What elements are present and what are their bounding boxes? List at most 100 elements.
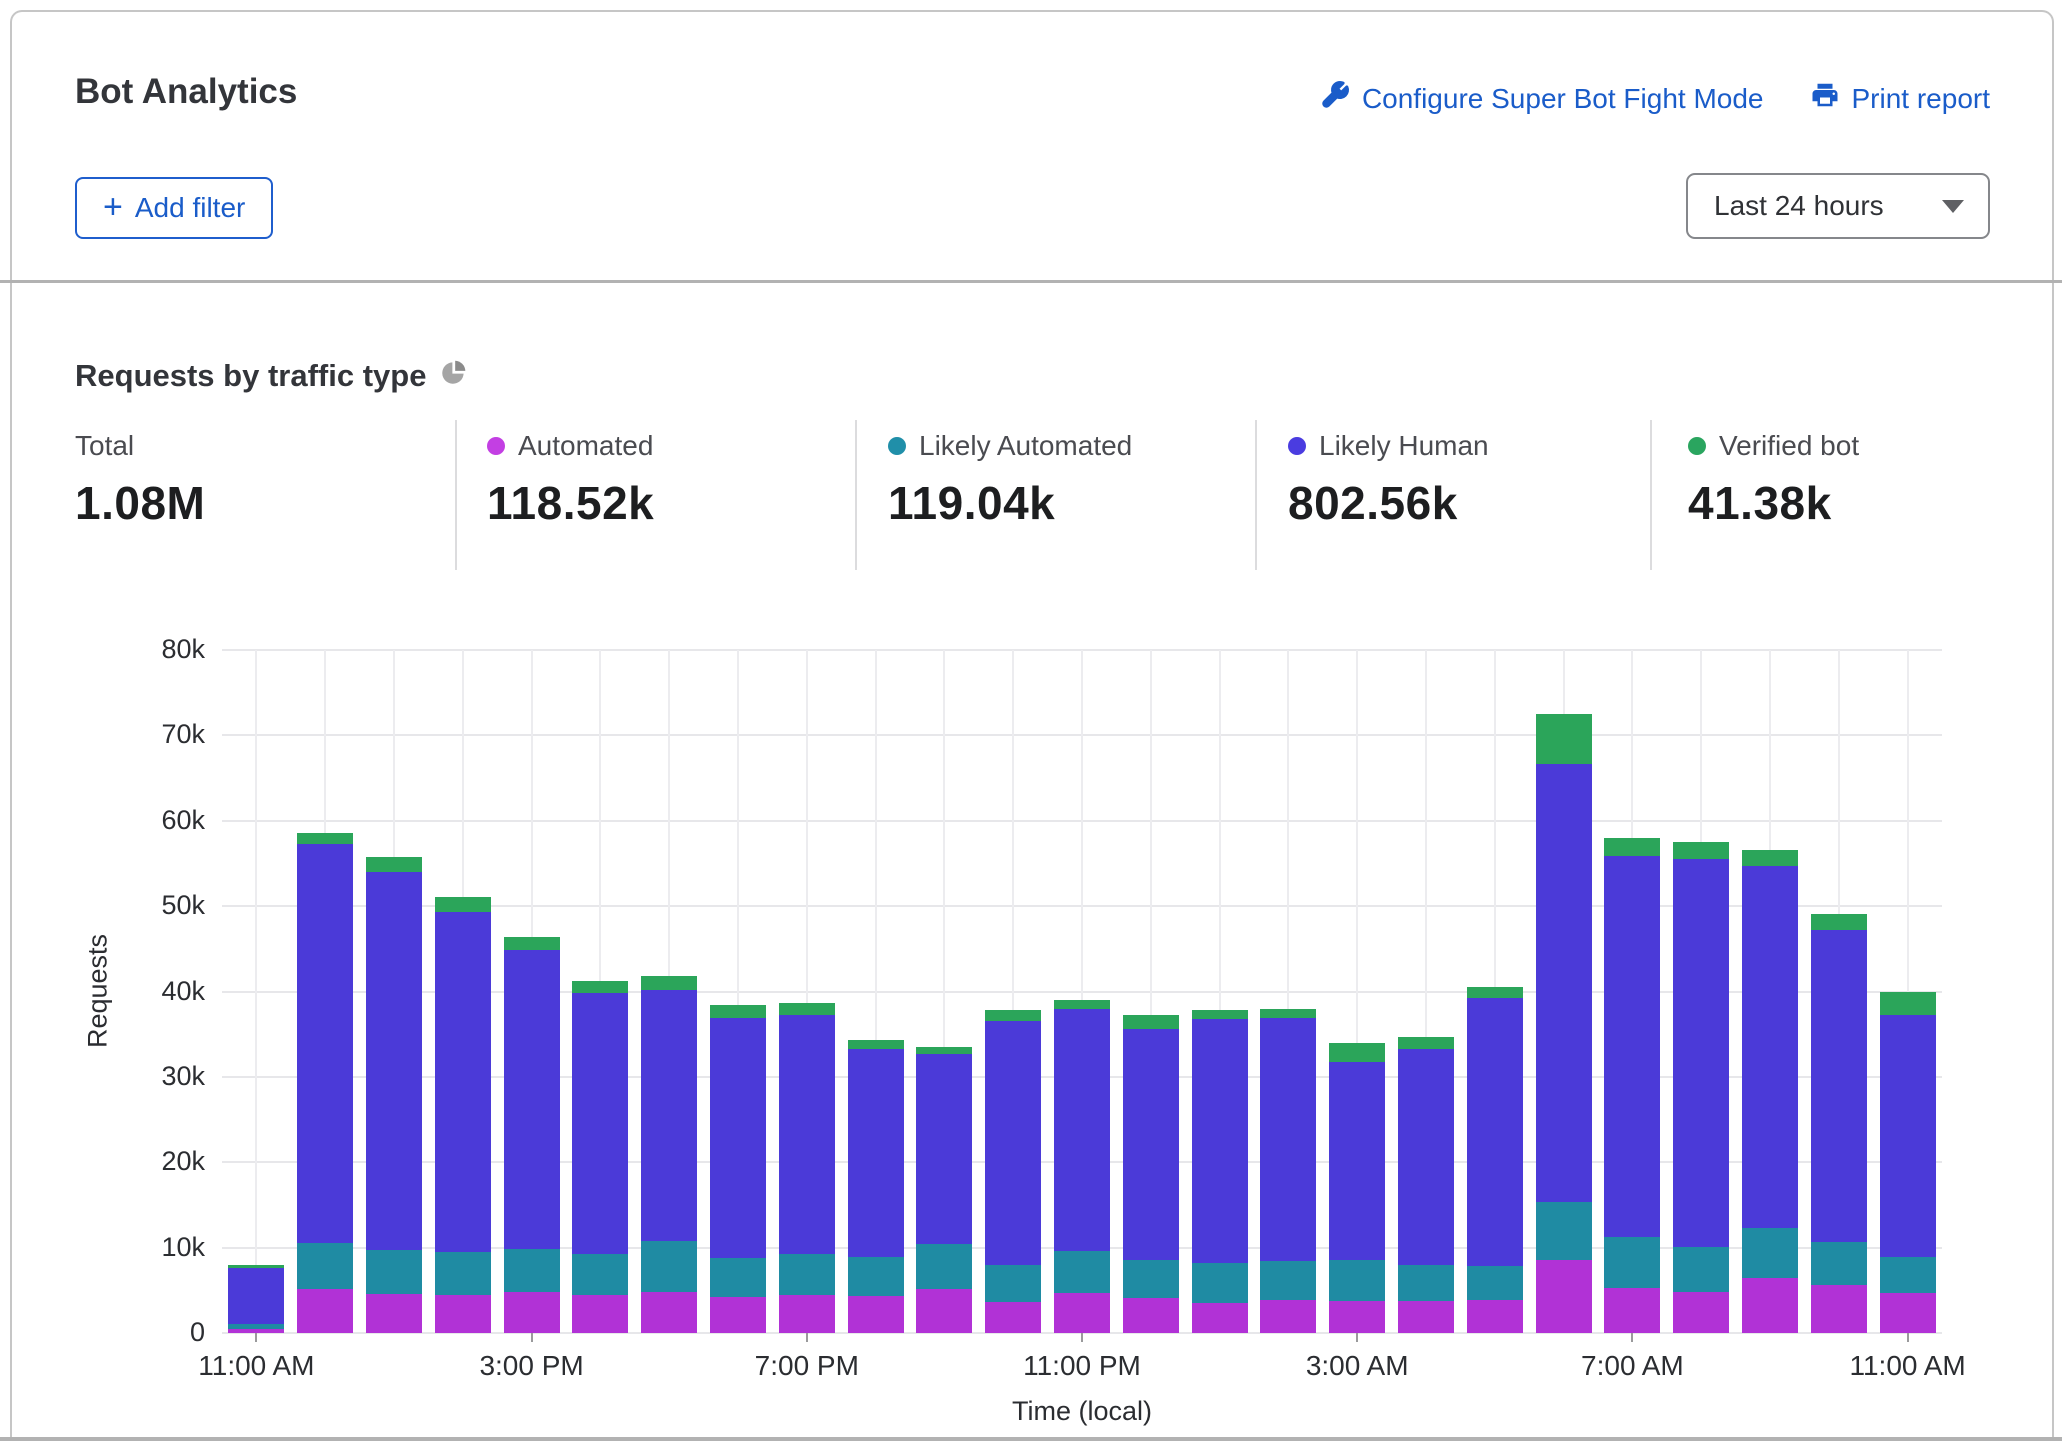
bar-segment-verified-bot bbox=[916, 1047, 972, 1054]
bar-segment-verified-bot bbox=[1054, 1000, 1110, 1009]
bar-segment-likely-human bbox=[1880, 1015, 1936, 1257]
bar-segment-verified-bot bbox=[228, 1265, 284, 1268]
bar-segment-automated bbox=[1536, 1260, 1592, 1333]
y-tick-label: 30k bbox=[125, 1061, 205, 1092]
bar-segment-likely-human bbox=[435, 912, 491, 1252]
bar-segment-likely-human bbox=[297, 844, 353, 1244]
bar-segment-likely-human bbox=[779, 1015, 835, 1255]
bar-segment-likely-automated bbox=[1123, 1260, 1179, 1298]
bar-segment-likely-human bbox=[1673, 859, 1729, 1247]
y-tick-label: 0 bbox=[125, 1317, 205, 1348]
y-tick-label: 80k bbox=[125, 634, 205, 665]
bar-segment-verified-bot bbox=[1192, 1010, 1248, 1019]
bar-segment-likely-automated bbox=[1054, 1251, 1110, 1293]
bar-segment-likely-automated bbox=[1329, 1260, 1385, 1302]
bar-segment-likely-automated bbox=[1398, 1265, 1454, 1302]
bar-segment-automated bbox=[779, 1295, 835, 1333]
y-tick-label: 10k bbox=[125, 1232, 205, 1263]
x-tick-mark bbox=[1356, 1333, 1358, 1342]
x-tick-label: 3:00 AM bbox=[1277, 1350, 1437, 1382]
bar-segment-likely-automated bbox=[641, 1241, 697, 1292]
bar-segment-verified-bot bbox=[848, 1040, 904, 1049]
bar-segment-likely-automated bbox=[916, 1244, 972, 1288]
bar-segment-likely-automated bbox=[435, 1252, 491, 1295]
bar-segment-verified-bot bbox=[985, 1010, 1041, 1020]
bar-segment-likely-automated bbox=[1192, 1263, 1248, 1303]
bar-segment-likely-human bbox=[985, 1021, 1041, 1265]
x-tick-mark bbox=[531, 1333, 533, 1342]
bar-segment-likely-human bbox=[710, 1018, 766, 1258]
bar-segment-likely-human bbox=[572, 993, 628, 1254]
x-tick-label: 11:00 PM bbox=[1002, 1350, 1162, 1382]
bar-segment-likely-human bbox=[1811, 930, 1867, 1242]
bar-segment-verified-bot bbox=[641, 976, 697, 990]
bar-segment-likely-automated bbox=[848, 1257, 904, 1296]
bar-segment-verified-bot bbox=[1123, 1015, 1179, 1029]
x-tick-label: 11:00 AM bbox=[1828, 1350, 1988, 1382]
bar-segment-automated bbox=[1880, 1293, 1936, 1333]
x-tick-label: 3:00 PM bbox=[452, 1350, 612, 1382]
bar-segment-verified-bot bbox=[1811, 914, 1867, 930]
bar-segment-likely-human bbox=[1467, 998, 1523, 1265]
bar-segment-automated bbox=[572, 1295, 628, 1333]
bar-segment-verified-bot bbox=[779, 1003, 835, 1014]
bar-segment-likely-human bbox=[504, 950, 560, 1250]
bar-segment-verified-bot bbox=[710, 1005, 766, 1018]
bar-segment-automated bbox=[1604, 1288, 1660, 1333]
bar-segment-verified-bot bbox=[1329, 1043, 1385, 1062]
bar-segment-likely-automated bbox=[228, 1324, 284, 1329]
bar-segment-likely-human bbox=[1536, 764, 1592, 1202]
bar-segment-verified-bot bbox=[1880, 992, 1936, 1014]
bar-segment-likely-automated bbox=[1467, 1266, 1523, 1300]
bar-segment-likely-automated bbox=[779, 1254, 835, 1295]
bar-segment-likely-human bbox=[916, 1054, 972, 1244]
bar-segment-likely-automated bbox=[1536, 1202, 1592, 1260]
bar-segment-likely-automated bbox=[366, 1250, 422, 1294]
x-tick-mark bbox=[806, 1333, 808, 1342]
bar-segment-likely-automated bbox=[1260, 1261, 1316, 1299]
bar-segment-likely-human bbox=[1192, 1019, 1248, 1263]
x-tick-mark bbox=[1631, 1333, 1633, 1342]
bar-segment-automated bbox=[1811, 1285, 1867, 1333]
bar-segment-automated bbox=[1673, 1292, 1729, 1333]
bar-segment-likely-automated bbox=[1880, 1257, 1936, 1293]
bar-segment-likely-human bbox=[366, 872, 422, 1250]
y-axis-title: Requests bbox=[83, 891, 114, 1091]
bar-segment-automated bbox=[1467, 1300, 1523, 1333]
bar-segment-automated bbox=[366, 1294, 422, 1333]
bar-segment-likely-automated bbox=[1811, 1242, 1867, 1286]
bar-segment-likely-automated bbox=[504, 1249, 560, 1292]
bar-segment-likely-automated bbox=[572, 1254, 628, 1294]
bar-segment-verified-bot bbox=[1398, 1037, 1454, 1049]
x-tick-mark bbox=[255, 1333, 257, 1342]
bar-segment-verified-bot bbox=[572, 981, 628, 993]
x-tick-mark bbox=[1081, 1333, 1083, 1342]
bar-segment-likely-human bbox=[228, 1268, 284, 1323]
bar-segment-automated bbox=[985, 1302, 1041, 1333]
bar-segment-verified-bot bbox=[366, 857, 422, 872]
bar-segment-verified-bot bbox=[1742, 850, 1798, 866]
bar-segment-verified-bot bbox=[1673, 842, 1729, 859]
y-tick-label: 60k bbox=[125, 805, 205, 836]
bar-segment-verified-bot bbox=[1536, 714, 1592, 764]
bar-segment-likely-human bbox=[1398, 1049, 1454, 1265]
bar-segment-automated bbox=[1192, 1303, 1248, 1333]
bar-segment-automated bbox=[1054, 1293, 1110, 1333]
bar-segment-verified-bot bbox=[297, 833, 353, 844]
bar-segment-verified-bot bbox=[1604, 838, 1660, 856]
bar-segment-verified-bot bbox=[504, 937, 560, 950]
y-tick-label: 50k bbox=[125, 890, 205, 921]
requests-by-traffic-type-chart[interactable]: Requests Time (local) 010k20k30k40k50k60… bbox=[0, 0, 2062, 1450]
bar-segment-likely-automated bbox=[1673, 1247, 1729, 1292]
bar-segment-likely-automated bbox=[710, 1258, 766, 1297]
x-tick-label: 7:00 PM bbox=[727, 1350, 887, 1382]
y-tick-label: 20k bbox=[125, 1146, 205, 1177]
bar-segment-automated bbox=[1398, 1301, 1454, 1333]
bar-segment-likely-human bbox=[1742, 866, 1798, 1228]
bar-segment-likely-human bbox=[848, 1049, 904, 1257]
bar-segment-likely-automated bbox=[1742, 1228, 1798, 1278]
x-tick-label: 7:00 AM bbox=[1552, 1350, 1712, 1382]
bar-segment-likely-automated bbox=[1604, 1237, 1660, 1287]
bar-segment-verified-bot bbox=[435, 897, 491, 912]
x-tick-label: 11:00 AM bbox=[176, 1350, 336, 1382]
